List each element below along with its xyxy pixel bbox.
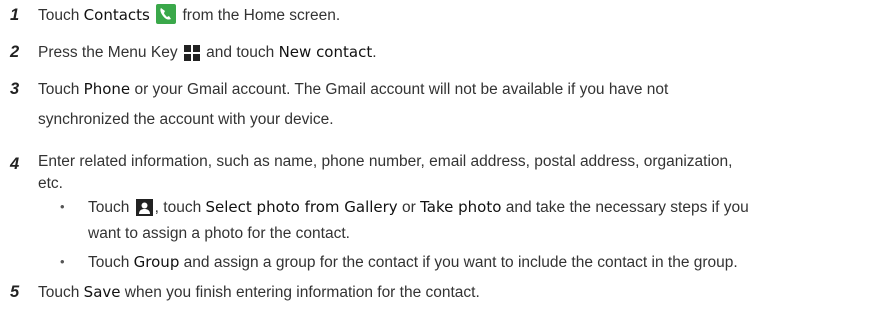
group-label: Group (133, 253, 180, 271)
take-photo-label: Take photo (420, 198, 502, 216)
bullet-text: Touch Group and assign a group for the c… (88, 251, 876, 274)
step-number: 3 (10, 80, 20, 98)
step-number: 1 (10, 6, 20, 24)
list-item: • Touch Group and assign a group for the… (38, 251, 876, 274)
step-text-part: . (372, 44, 377, 61)
select-photo-label: Select photo from Gallery (205, 198, 398, 216)
step-text-part: from the Home screen. (178, 7, 341, 24)
step-text-line2: etc. (38, 175, 63, 192)
contact-photo-icon (135, 199, 153, 223)
step-number: 4 (10, 155, 20, 173)
step-text-part: and touch (201, 44, 279, 61)
bullet-text: Touch , touch Select photo from Gallery … (88, 196, 876, 245)
step-text-line1: Enter related information, such as name,… (38, 153, 733, 170)
bullet-dot: • (60, 254, 65, 269)
bullet-text-part: and take the necessary steps if you (501, 199, 749, 216)
bullet-text-part: , touch (154, 199, 206, 216)
step-text: Touch Phone or your Gmail account. The G… (38, 76, 876, 133)
bullet-text-line2: want to assign a photo for the contact. (88, 225, 350, 242)
step-text: Press the Menu Key and touch New contact… (38, 39, 876, 70)
step-text-part: Press the Menu Key (38, 44, 182, 61)
bullet-text-part: or (397, 199, 421, 216)
new-contact-label: New contact (278, 43, 373, 61)
step-number: 5 (10, 283, 20, 301)
contacts-label: Contacts (83, 6, 150, 24)
bullet-text-part: Touch (88, 199, 134, 216)
bullet-text-part: and assign a group for the contact if yo… (179, 254, 738, 271)
step-text-part: when you finish entering information for… (120, 284, 480, 301)
step-text-part: or your Gmail account. The Gmail account… (130, 81, 669, 98)
step-text-part: Touch (38, 7, 84, 24)
step-number: 2 (10, 43, 20, 61)
step-text-part: Touch (38, 81, 84, 98)
step-text-part: Touch (38, 284, 84, 301)
instruction-steps: 1 Touch Contacts from the Home screen. 2… (0, 0, 886, 309)
phone-contacts-icon (156, 4, 177, 33)
step-text-line2: synchronized the account with your devic… (38, 111, 334, 128)
list-item: • Touch , touch Select photo from Galler… (38, 196, 876, 245)
step-text: Touch Save when you finish entering info… (38, 279, 876, 306)
save-label: Save (83, 283, 121, 301)
step-text: Touch Contacts from the Home screen. (38, 2, 876, 33)
bullet-text-part: Touch (88, 254, 134, 271)
step-text: Enter related information, such as name,… (38, 151, 876, 195)
phone-label: Phone (83, 80, 131, 98)
menu-key-icon (183, 44, 200, 70)
bullet-dot: • (60, 199, 65, 214)
